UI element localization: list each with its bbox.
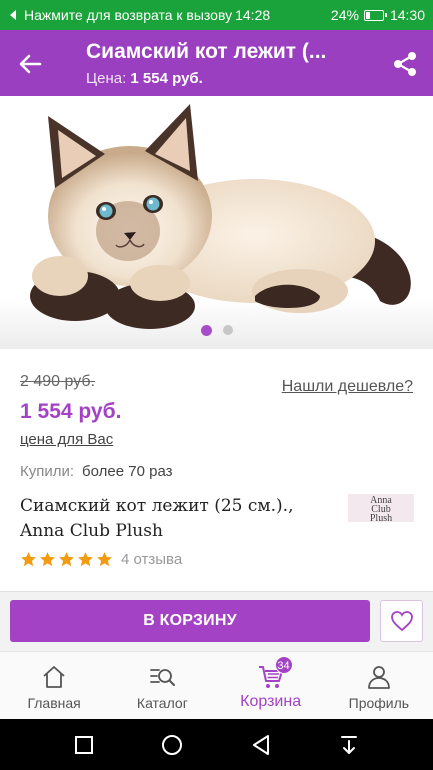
profile-icon xyxy=(367,666,390,689)
reviews-count[interactable]: 4 отзыва xyxy=(121,551,182,568)
return-to-call-text[interactable]: Нажмите для возврата к вызову xyxy=(24,7,232,23)
nav-catalog-label: Каталог xyxy=(136,695,188,711)
bought-label: Купили: xyxy=(20,463,75,480)
bottom-nav: Главная Каталог 34 Корзина Профиль xyxy=(0,651,433,719)
nav-home[interactable]: Главная xyxy=(0,652,108,719)
nav-home-label: Главная xyxy=(27,695,81,711)
price-label: Цена: xyxy=(86,70,127,87)
app-bar: Сиамский кот лежит (... Цена: 1 554 руб. xyxy=(0,30,433,96)
nav-cart[interactable]: 34 Корзина xyxy=(217,652,325,719)
found-cheaper-link[interactable]: Нашли дешевле? xyxy=(282,378,413,396)
heart-icon xyxy=(390,611,413,632)
star-icon xyxy=(97,552,112,567)
status-bar: Нажмите для возврата к вызову 14:28 24% … xyxy=(0,0,433,30)
nav-cart-label: Корзина xyxy=(240,693,302,710)
star-icon xyxy=(78,552,93,567)
action-bar: В КОРЗИНУ xyxy=(0,591,433,651)
share-icon[interactable] xyxy=(389,48,421,80)
carousel-dots xyxy=(0,324,433,336)
favorite-button[interactable] xyxy=(380,600,423,642)
carousel-dot[interactable] xyxy=(200,324,212,336)
bought-value: более 70 раз xyxy=(82,463,173,480)
recent-apps-icon[interactable] xyxy=(72,733,96,757)
product-title-line2: Anna Club Plush xyxy=(20,521,163,541)
add-to-cart-button[interactable]: В КОРЗИНУ xyxy=(10,600,370,642)
product-image[interactable] xyxy=(0,96,433,349)
brand-logo[interactable]: Anna Club Plush xyxy=(348,494,414,524)
battery-level xyxy=(365,11,370,19)
home-icon xyxy=(43,666,65,688)
home-circle-icon[interactable] xyxy=(160,733,184,757)
star-icon xyxy=(21,552,36,567)
product-title: Сиамский кот лежит (25 см.)., Anna Club … xyxy=(20,494,330,544)
status-right: 24% 14:30 xyxy=(331,7,433,23)
carousel-dot[interactable] xyxy=(222,325,233,335)
app-bar-price: Цена: 1 554 руб. xyxy=(86,70,203,87)
return-call-arrow-icon[interactable] xyxy=(10,10,16,20)
battery-icon xyxy=(363,9,387,21)
cart-badge: 34 xyxy=(274,656,293,674)
clock: 14:30 xyxy=(389,7,425,23)
catalog-search-icon xyxy=(150,669,176,686)
bought-count: Купили: более 70 раз xyxy=(20,463,173,480)
rating[interactable]: 4 отзыва xyxy=(20,551,182,568)
battery-percent: 24% xyxy=(330,7,359,23)
star-icon xyxy=(59,552,74,567)
rating-stars xyxy=(20,551,113,568)
current-price: 1 554 руб. xyxy=(20,400,122,423)
back-arrow-icon[interactable] xyxy=(14,48,46,80)
call-time: 14:28 xyxy=(235,7,271,23)
nav-profile[interactable]: Профиль xyxy=(325,652,433,719)
price-value: 1 554 руб. xyxy=(130,70,203,87)
page-title: Сиамский кот лежит (... xyxy=(86,40,327,63)
siamese-cat-plush-image xyxy=(30,104,411,329)
star-icon xyxy=(40,552,55,567)
nav-profile-label: Профиль xyxy=(348,695,410,711)
old-price: 2 490 руб. xyxy=(20,373,95,390)
nav-catalog[interactable]: Каталог xyxy=(108,652,216,719)
price-for-you-link[interactable]: цена для Вас xyxy=(20,431,113,448)
back-triangle-icon[interactable] xyxy=(249,733,273,757)
system-nav-bar xyxy=(0,719,433,770)
product-title-line1: Сиамский кот лежит (25 см.)., xyxy=(20,496,294,516)
notifications-pull-down-icon[interactable] xyxy=(337,733,361,757)
